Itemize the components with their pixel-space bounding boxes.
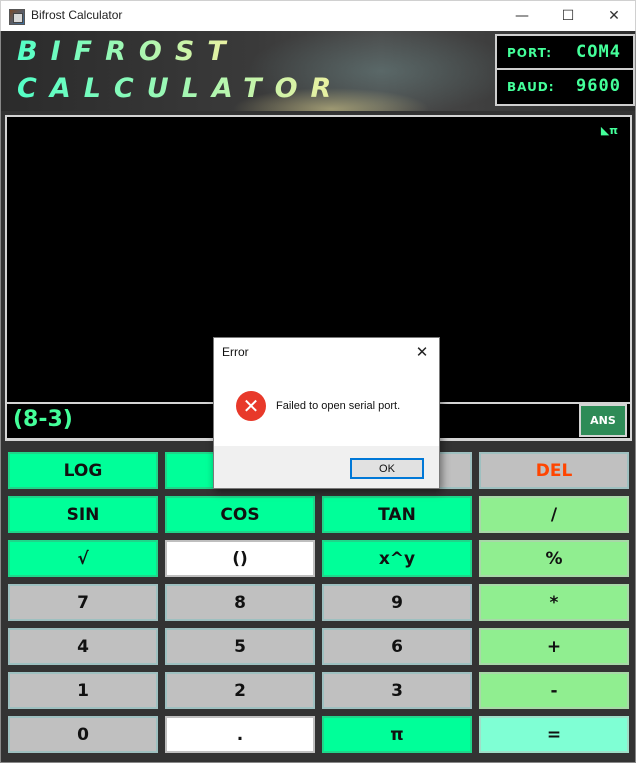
error-dialog: Error ✕ ✕ Failed to open serial port. OK [213, 337, 440, 489]
key-divide[interactable]: / [479, 496, 629, 533]
minimize-button[interactable]: — [499, 1, 545, 31]
key-5[interactable]: 5 [165, 628, 315, 665]
brand-title-line2: CALCULATOR [17, 73, 345, 104]
key-equals[interactable]: = [479, 716, 629, 753]
key-2[interactable]: 2 [165, 672, 315, 709]
dialog-body: ✕ Failed to open serial port. [214, 366, 439, 446]
dialog-message: Failed to open serial port. [276, 400, 401, 412]
baud-indicator: BAUD: 9600 [495, 68, 635, 106]
dialog-close-icon[interactable]: ✕ [409, 340, 435, 364]
dialog-titlebar: Error ✕ [214, 338, 439, 366]
baud-label: BAUD: [507, 80, 555, 94]
app-icon [9, 9, 25, 25]
pi-mode-indicator: ◣π [600, 124, 618, 137]
close-button[interactable]: ✕ [591, 1, 636, 31]
key-9[interactable]: 9 [322, 584, 472, 621]
key-8[interactable]: 8 [165, 584, 315, 621]
key-minus[interactable]: - [479, 672, 629, 709]
brand-title-line1: BIFROST [17, 36, 239, 67]
port-indicator: PORT: COM4 [495, 34, 635, 72]
key-parentheses[interactable]: () [165, 540, 315, 577]
window-titlebar: Bifrost Calculator — ☐ ✕ [0, 0, 636, 31]
key-decimal[interactable]: . [165, 716, 315, 753]
header-banner: BIFROST CALCULATOR PORT: COM4 BAUD: 9600 [1, 31, 635, 111]
expression-text: (8-3) [13, 407, 73, 432]
key-6[interactable]: 6 [322, 628, 472, 665]
ok-button[interactable]: OK [350, 458, 424, 479]
key-delete[interactable]: DEL [479, 452, 629, 489]
key-pi[interactable]: π [322, 716, 472, 753]
key-7[interactable]: 7 [8, 584, 158, 621]
key-3[interactable]: 3 [322, 672, 472, 709]
key-log[interactable]: LOG [8, 452, 158, 489]
ans-button[interactable]: ANS [579, 404, 627, 437]
key-sin[interactable]: SIN [8, 496, 158, 533]
window-title: Bifrost Calculator [31, 8, 123, 22]
key-plus[interactable]: + [479, 628, 629, 665]
error-icon: ✕ [236, 391, 266, 421]
port-value: COM4 [576, 42, 621, 62]
key-1[interactable]: 1 [8, 672, 158, 709]
key-tan[interactable]: TAN [322, 496, 472, 533]
key-sqrt[interactable]: √ [8, 540, 158, 577]
key-power[interactable]: x^y [322, 540, 472, 577]
key-percent[interactable]: % [479, 540, 629, 577]
port-label: PORT: [507, 46, 553, 60]
baud-value: 9600 [576, 76, 621, 96]
key-4[interactable]: 4 [8, 628, 158, 665]
key-cos[interactable]: COS [165, 496, 315, 533]
dialog-title: Error [222, 345, 249, 359]
key-multiply[interactable]: * [479, 584, 629, 621]
maximize-button[interactable]: ☐ [545, 1, 591, 31]
key-0[interactable]: 0 [8, 716, 158, 753]
